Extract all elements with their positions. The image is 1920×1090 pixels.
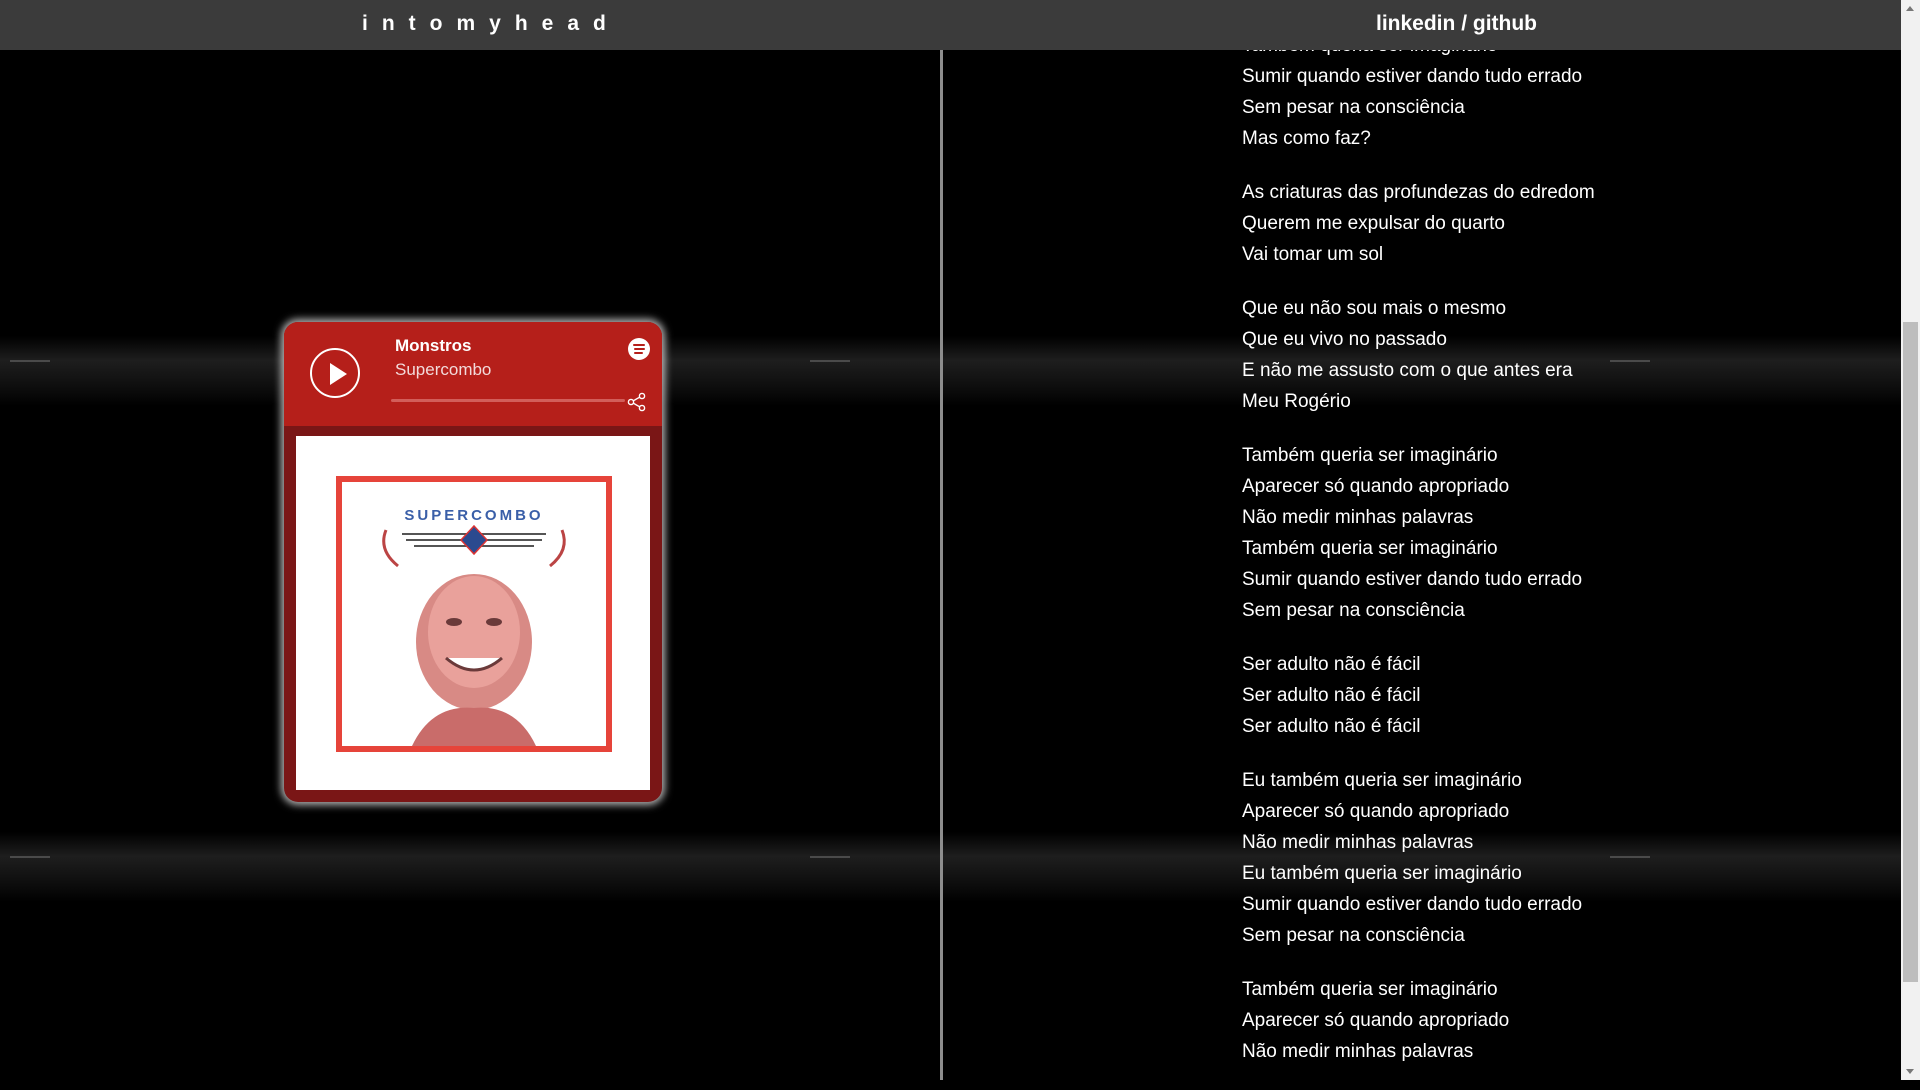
lyric-line: As criaturas das profundezas do edredom: [1242, 182, 1595, 203]
lyric-line: Que eu não sou mais o mesmo: [1242, 298, 1507, 319]
lyric-line: Sumir quando estiver dando tudo errado: [1242, 569, 1583, 590]
lyric-line: Sem pesar na consciência: [1242, 925, 1465, 946]
lyric-line: Vai tomar um sol: [1242, 244, 1384, 265]
album-cover-lettering: SUPERCOMBO: [404, 507, 543, 524]
linkedin-link[interactable]: linkedin: [1376, 12, 1455, 35]
lyric-line: Não medir minhas palavras: [1242, 507, 1474, 528]
lyric-line: Que eu vivo no passado: [1242, 329, 1447, 350]
lyric-line: Querem me expulsar do quarto: [1242, 213, 1505, 234]
lyrics-stanza: Ser adulto não é fácil Ser adulto não é f…: [1242, 649, 1842, 742]
album-art: SUPERCOMBO: [296, 436, 650, 790]
site-brand[interactable]: intomyhead: [362, 12, 620, 36]
scrollbar[interactable]: [1901, 0, 1920, 1080]
track-title[interactable]: Monstros: [395, 336, 472, 356]
lyric-line: Eu também queria ser imaginário: [1242, 863, 1522, 884]
lyric-line: Sumir quando estiver dando tudo errado: [1242, 894, 1583, 915]
scroll-down-arrow-icon[interactable]: [1901, 1063, 1920, 1080]
lyric-line: Aparecer só quando apropriado: [1242, 801, 1510, 822]
lyrics-stanza: As criaturas das profundezas do edredom Q…: [1242, 177, 1842, 270]
lyric-line: Mas como faz?: [1242, 128, 1371, 149]
lyric-line: Ser adulto não é fácil: [1242, 685, 1421, 706]
progress-bar[interactable]: [391, 399, 625, 402]
lyrics-panel: Também queria ser imaginário Sumir quando…: [1242, 30, 1842, 1090]
scroll-up-arrow-icon[interactable]: [1901, 0, 1920, 17]
lyrics-stanza: Também queria ser imaginário Aparecer só …: [1242, 440, 1842, 626]
lyric-line: E não me assusto com o que antes era: [1242, 360, 1573, 381]
lyric-line: Não medir minhas palavras: [1242, 832, 1474, 853]
scrollbar-thumb[interactable]: [1903, 322, 1918, 982]
lyric-line: Sem pesar na consciência: [1242, 600, 1465, 621]
lyric-line: Ser adulto não é fácil: [1242, 654, 1421, 675]
album-cover-image: SUPERCOMBO: [382, 507, 566, 746]
play-button[interactable]: [310, 348, 360, 398]
social-links: linkedin / github: [1376, 12, 1537, 36]
lyrics-stanza: Que eu não sou mais o mesmo Que eu vivo n…: [1242, 293, 1842, 417]
lyric-line: Sem pesar na consciência: [1242, 97, 1465, 118]
lyric-line: Aparecer só quando apropriado: [1242, 476, 1510, 497]
lyric-line: Sumir quando estiver dando tudo errado: [1242, 66, 1583, 87]
vertical-divider: [940, 50, 943, 1080]
lyric-line: Não medir minhas palavras: [1242, 1041, 1474, 1062]
lyric-line: Aparecer só quando apropriado: [1242, 1010, 1510, 1031]
spotify-player: Monstros Supercombo SUPERCOMBO: [284, 322, 662, 802]
track-artist[interactable]: Supercombo: [395, 360, 491, 380]
player-header: Monstros Supercombo: [284, 322, 662, 426]
github-link[interactable]: github: [1473, 12, 1537, 35]
top-nav-bar: intomyhead linkedin / github: [0, 0, 1901, 50]
lyric-line: Ser adulto não é fácil: [1242, 716, 1421, 737]
lyric-line: Também queria ser imaginário: [1242, 445, 1498, 466]
lyrics-stanza: Eu também queria ser imaginário Aparecer …: [1242, 765, 1842, 951]
lyrics-stanza: Também queria ser imaginário Aparecer só …: [1242, 974, 1842, 1067]
lyric-line: Meu Rogério: [1242, 391, 1351, 412]
lyric-line: Também queria ser imaginário: [1242, 538, 1498, 559]
lyric-line: Eu também queria ser imaginário: [1242, 770, 1522, 791]
lyric-line: Também queria ser imaginário: [1242, 979, 1498, 1000]
link-separator: /: [1455, 12, 1473, 35]
share-icon[interactable]: [627, 392, 647, 412]
spotify-logo-icon[interactable]: [628, 338, 650, 360]
